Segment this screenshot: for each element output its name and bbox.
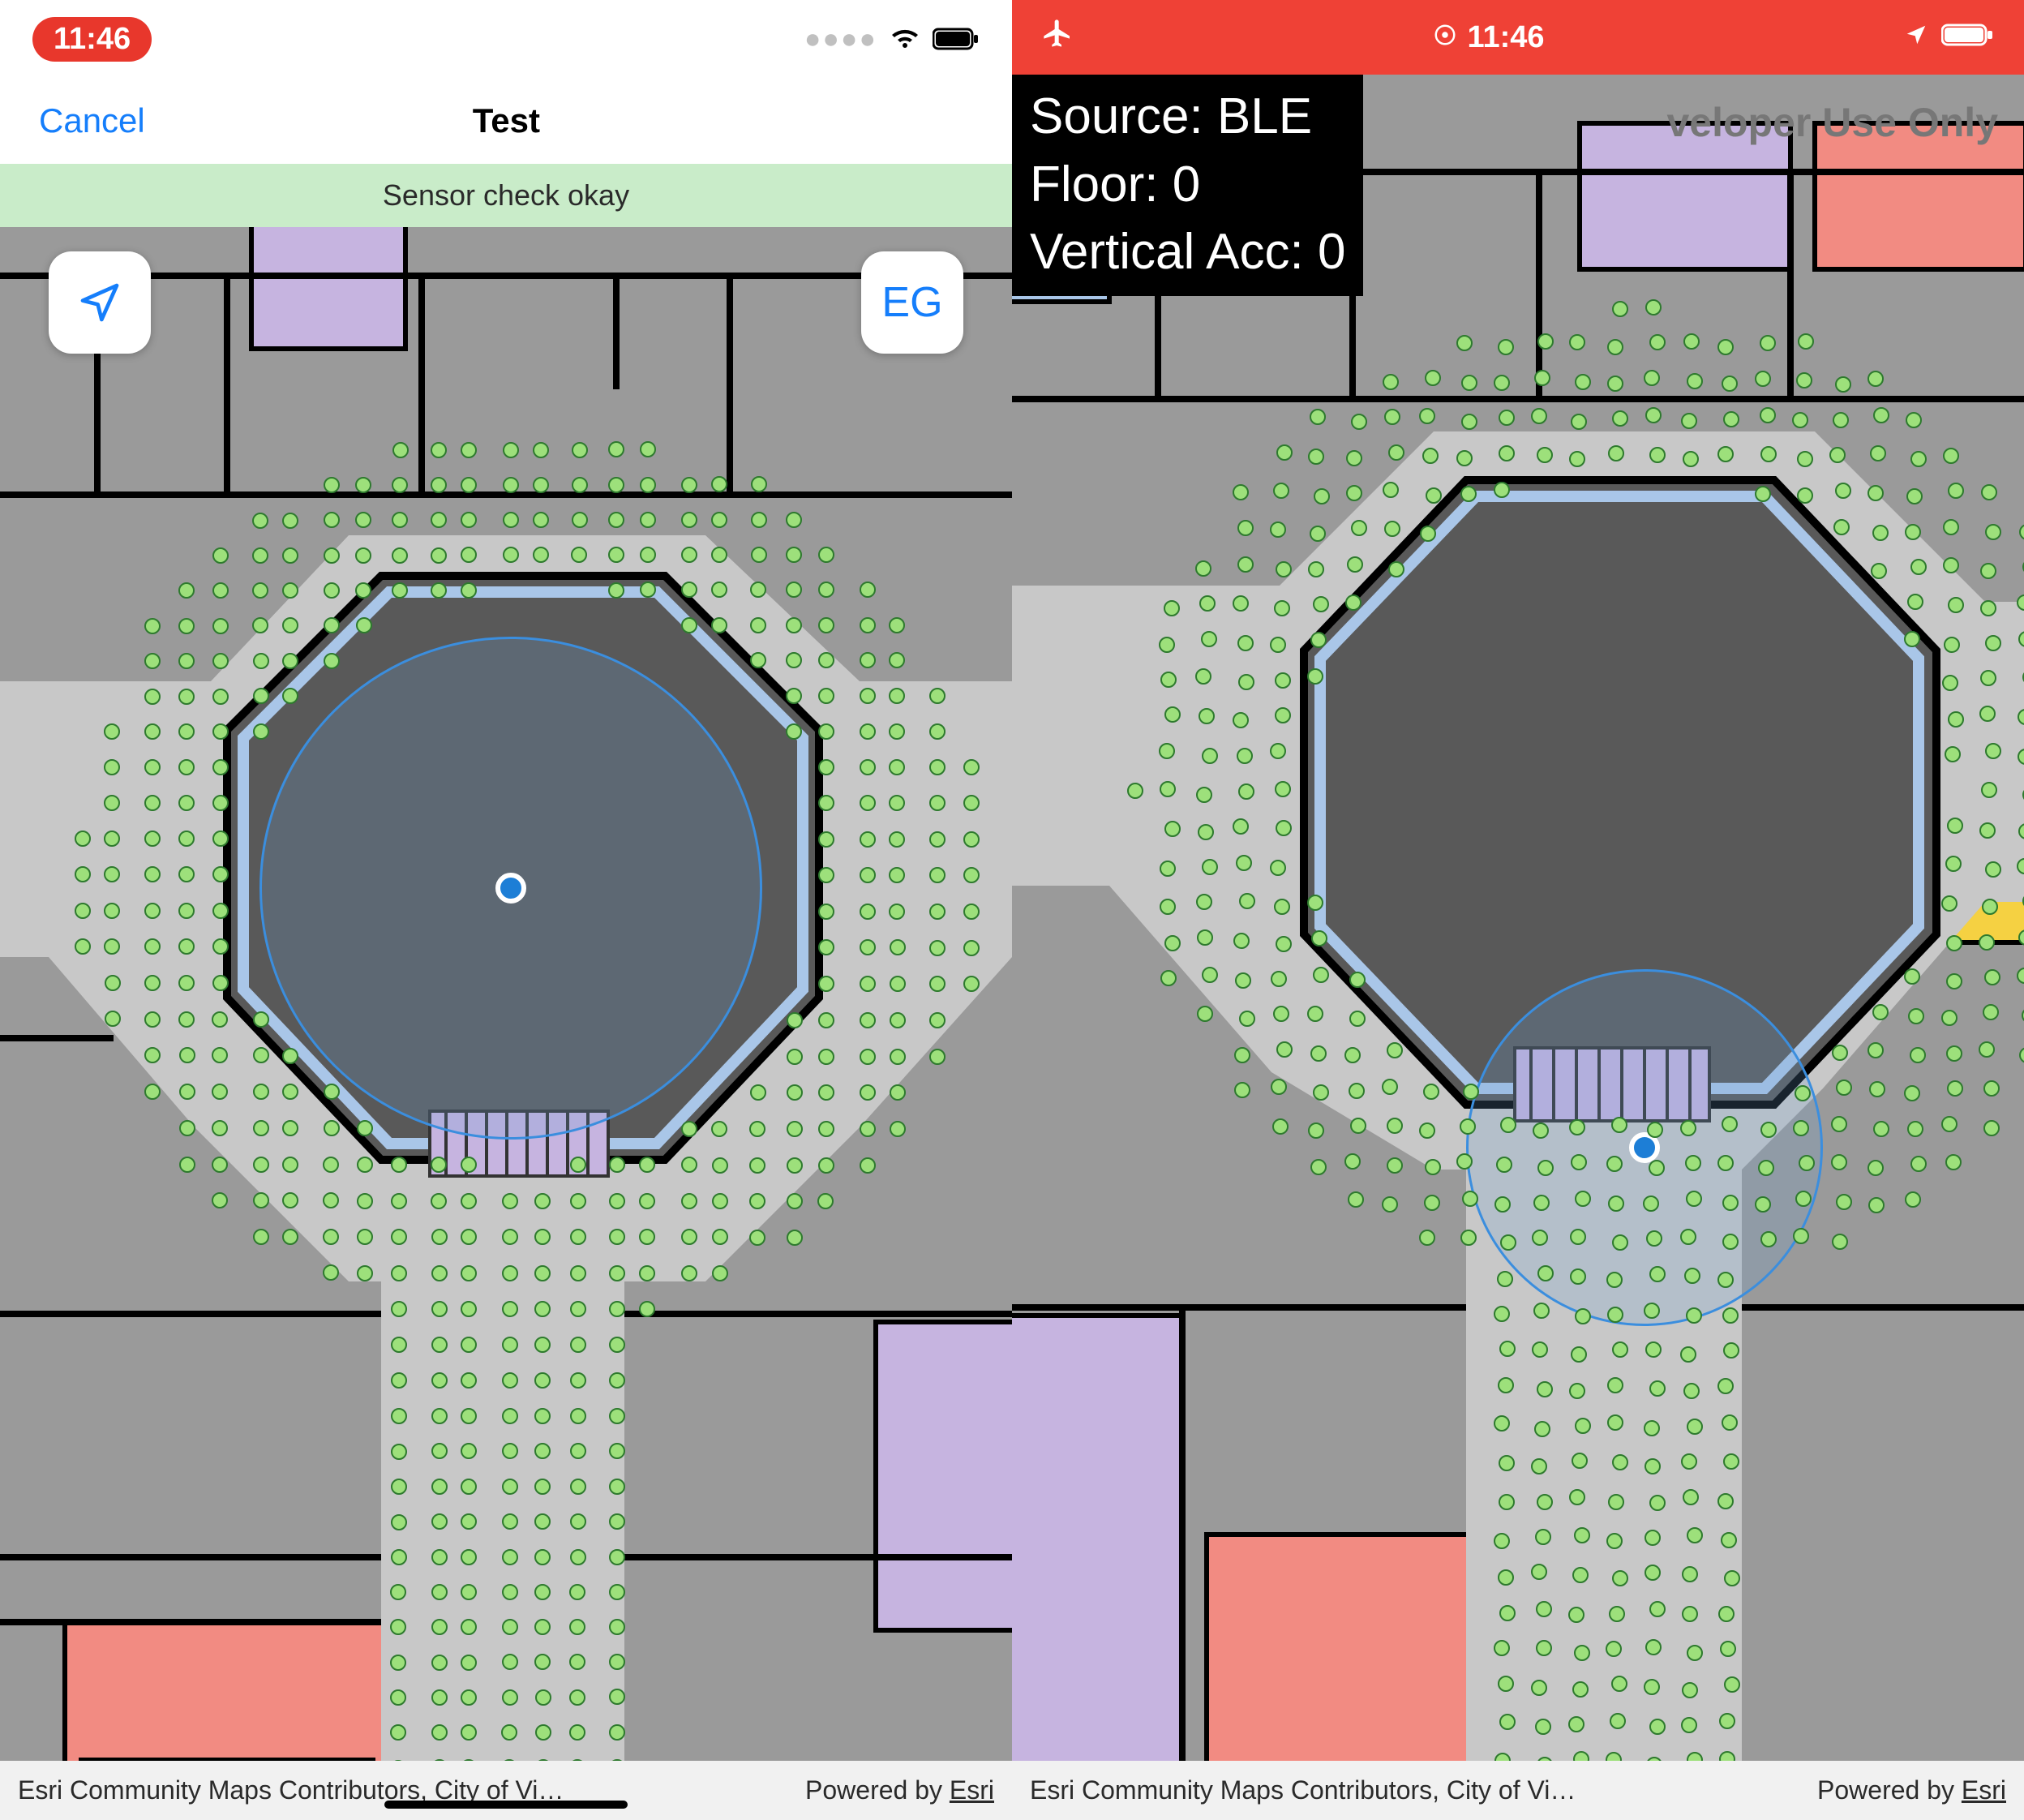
cell-dots-icon: ●●●●: [804, 24, 877, 55]
battery-icon: [933, 28, 980, 50]
sensor-status-banner: Sensor check okay: [0, 164, 1012, 227]
right-phone: 11:46: [1012, 0, 2024, 1820]
map-attribution: Esri Community Maps Contributors, City o…: [0, 1761, 1012, 1820]
map-view[interactable]: EG Esri Community Maps Contributors, Cit…: [0, 227, 1012, 1820]
map-view[interactable]: veloper Use Only Source: BLE Floor: 0 Ve…: [1012, 75, 2024, 1820]
powered-by[interactable]: Powered by Esri: [1817, 1775, 2006, 1805]
status-bar: 11:46 ●●●●: [0, 0, 1012, 78]
user-location-dot: [495, 873, 526, 904]
status-time: 11:46: [1467, 20, 1544, 55]
location-services-icon: [1433, 20, 1457, 55]
wifi-icon: [889, 27, 921, 51]
developer-watermark: veloper Use Only: [1667, 99, 1999, 146]
airplane-icon: [1041, 17, 1074, 58]
left-phone: 11:46 ●●●● Cancel Test Sensor check okay: [0, 0, 1012, 1820]
status-bar: 11:46: [1012, 0, 2024, 75]
location-arrow-icon: [77, 280, 122, 325]
recenter-button[interactable]: [49, 251, 151, 354]
battery-icon: [1941, 20, 1995, 55]
floorplan-svg: [1012, 75, 2024, 1820]
debug-overlay: Source: BLE Floor: 0 Vertical Acc: 0: [1012, 75, 1363, 296]
attribution-text: Esri Community Maps Contributors, City o…: [1030, 1775, 1576, 1805]
location-arrow-icon: [1904, 20, 1928, 55]
status-time-pill[interactable]: 11:46: [32, 17, 152, 62]
powered-by[interactable]: Powered by Esri: [805, 1775, 994, 1805]
nav-bar: Cancel Test: [0, 78, 1012, 164]
floor-picker-button[interactable]: EG: [861, 251, 963, 354]
map-attribution: Esri Community Maps Contributors, City o…: [1012, 1761, 2024, 1820]
cancel-button[interactable]: Cancel: [39, 101, 145, 140]
page-title: Test: [473, 101, 540, 140]
home-indicator[interactable]: [384, 1801, 628, 1809]
